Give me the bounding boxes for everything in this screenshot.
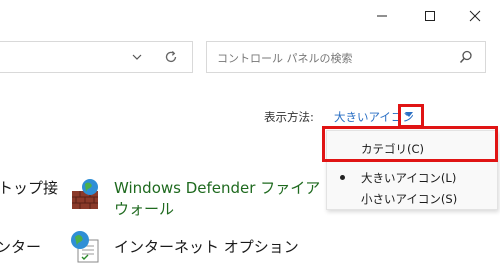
refresh-icon: [165, 51, 177, 63]
menu-item-large-icons[interactable]: 大きいアイコン(L): [361, 170, 456, 186]
refresh-button[interactable]: [164, 50, 178, 64]
search-icon-wrap[interactable]: [459, 50, 473, 64]
chevron-down-icon: [132, 54, 142, 60]
close-icon: [469, 10, 481, 22]
minimize-button[interactable]: [362, 0, 402, 32]
item-label-partial-2[interactable]: ンター: [0, 236, 41, 257]
menu-item-small-icons[interactable]: 小さいアイコン(S): [361, 191, 457, 207]
minimize-icon: [377, 15, 387, 17]
highlight-box-category: [322, 126, 498, 162]
caret-down-icon: [405, 112, 413, 117]
view-label: 表示方法:: [264, 110, 314, 124]
close-button[interactable]: [455, 0, 495, 32]
firewall-link-line2[interactable]: ウォール: [114, 198, 174, 219]
firewall-icon[interactable]: [68, 177, 104, 213]
firewall-link-line1[interactable]: Windows Defender ファイア: [114, 177, 320, 198]
search-icon: [459, 50, 472, 64]
search-box[interactable]: コントロール パネルの検索: [206, 41, 486, 73]
address-dropdown-button[interactable]: [131, 51, 143, 63]
internet-options-link[interactable]: インターネット オプション: [114, 236, 299, 257]
maximize-icon: [425, 11, 435, 21]
view-dropdown-button[interactable]: [404, 111, 414, 119]
maximize-button[interactable]: [410, 0, 450, 32]
address-bar[interactable]: [0, 41, 193, 73]
search-input[interactable]: コントロール パネルの検索: [217, 50, 353, 66]
item-label-partial-1[interactable]: トップ接: [0, 177, 58, 198]
internet-options-icon[interactable]: [68, 228, 104, 264]
selected-bullet-icon: [340, 175, 345, 180]
